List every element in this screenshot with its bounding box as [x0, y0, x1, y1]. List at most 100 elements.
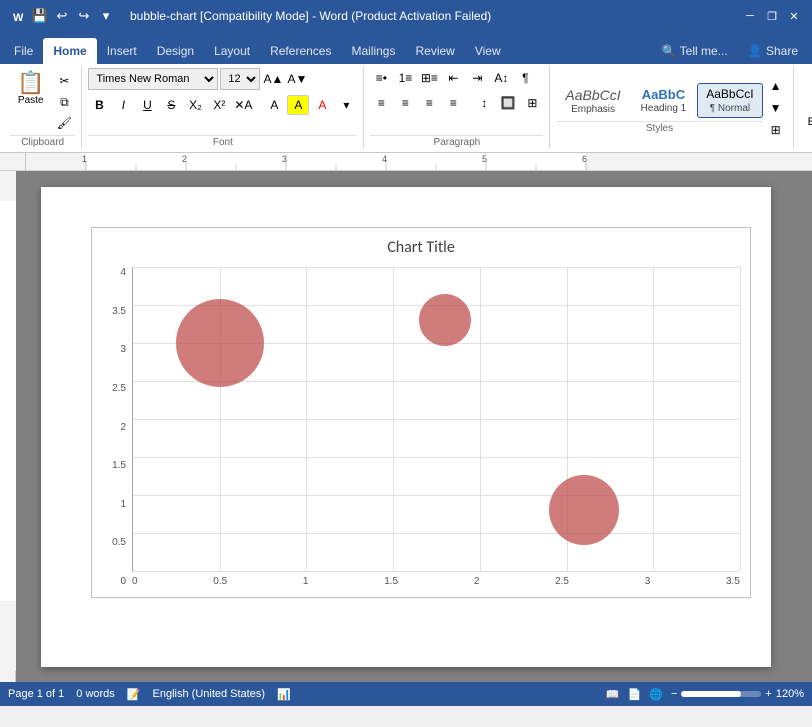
sort-button[interactable]: A↕ [490, 68, 512, 88]
restore-button[interactable]: ❐ [762, 6, 782, 26]
tab-file[interactable]: File [4, 38, 43, 64]
numbering-button[interactable]: 1≡ [394, 68, 416, 88]
font-name-select[interactable]: Times New Roman Calibri Arial [88, 68, 218, 90]
status-left: Page 1 of 1 0 words 📝 English (United St… [8, 688, 291, 701]
borders-button[interactable]: ⊞ [521, 93, 543, 113]
style-normal[interactable]: AaBbCcI ¶ Normal [697, 83, 762, 118]
bullets-button[interactable]: ≡• [370, 68, 392, 88]
increase-font-button[interactable]: A▲ [262, 69, 284, 89]
minimize-button[interactable]: ─ [740, 6, 760, 26]
zoom-out-btn[interactable]: − [671, 688, 677, 700]
styles-container: AaBbCcI Emphasis AaBbC Heading 1 AaBbCcI… [556, 82, 762, 119]
zoom-in-btn[interactable]: + [765, 688, 771, 700]
ribbon: 📋 Paste ✂ ⧉ 🖌 Clipboard Times New Roman … [0, 64, 812, 153]
quick-access-dropdown[interactable]: ▾ [96, 6, 116, 26]
quick-access-toolbar: W 💾 ↩ ↪ ▾ [8, 6, 116, 26]
line-spacing-button[interactable]: ↕ [473, 93, 495, 113]
tab-references[interactable]: References [260, 38, 341, 64]
grid-h-4 [133, 267, 740, 268]
paste-icon: 📋 [17, 72, 44, 94]
decrease-indent-button[interactable]: ⇤ [442, 68, 464, 88]
increase-indent-button[interactable]: ⇥ [466, 68, 488, 88]
format-painter-button[interactable]: 🖌 [53, 113, 75, 133]
grid-h-0 [133, 571, 740, 572]
undo-button[interactable]: ↩ [52, 6, 72, 26]
align-center-button[interactable]: ≡ [394, 93, 416, 113]
word-count: 0 words [76, 688, 115, 700]
text-effects-button[interactable]: A [263, 95, 285, 115]
x-label-1: 1 [303, 576, 309, 587]
language: English (United States) [153, 688, 266, 700]
close-button[interactable]: ✕ [784, 6, 804, 26]
chart-body: 0 0.5 1 1.5 2 2.5 3 3.5 4 [102, 267, 740, 587]
show-marks-button[interactable]: ¶ [514, 68, 536, 88]
tab-view[interactable]: View [465, 38, 511, 64]
status-bar: Page 1 of 1 0 words 📝 English (United St… [0, 682, 812, 706]
ribbon-tabs: File Home Insert Design Layout Reference… [0, 32, 812, 64]
tab-review[interactable]: Review [405, 38, 464, 64]
italic-button[interactable]: I [112, 95, 134, 115]
tab-tell-me[interactable]: 🔍 Tell me... [652, 38, 738, 64]
grid-v-3 [653, 267, 654, 571]
chart-container[interactable]: Chart Title 0 0.5 1 1.5 2 2.5 3 3.5 4 [91, 227, 751, 598]
x-label-35: 3.5 [726, 576, 740, 587]
x-label-2: 2 [474, 576, 480, 587]
multilevel-button[interactable]: ⊞≡ [418, 68, 440, 88]
view-print-btn[interactable]: 📄 [628, 688, 642, 701]
view-read-btn[interactable]: 📖 [606, 688, 620, 701]
cut-button[interactable]: ✂ [53, 71, 75, 91]
clear-format-button[interactable]: ✕A [232, 95, 254, 115]
document-page[interactable]: Chart Title 0 0.5 1 1.5 2 2.5 3 3.5 4 [41, 187, 771, 667]
paragraph-group: ≡• 1≡ ⊞≡ ⇤ ⇥ A↕ ¶ ≡ ≡ ≡ ≡ ↕ 🔲 ⊞ Paragrap… [364, 66, 550, 148]
tab-layout[interactable]: Layout [204, 38, 260, 64]
word-icon: W [8, 6, 28, 26]
normal-label: ¶ Normal [710, 103, 750, 114]
share-button[interactable]: 👤 Share [738, 38, 808, 64]
font-color-dropdown[interactable]: ▾ [335, 95, 357, 115]
document-area[interactable]: Chart Title 0 0.5 1 1.5 2 2.5 3 3.5 4 [0, 171, 812, 682]
styles-scroll-up[interactable]: ▲ [765, 76, 787, 96]
view-web-btn[interactable]: 🌐 [649, 688, 663, 701]
highlight-button[interactable]: A [287, 95, 309, 115]
y-label-4: 4 [120, 267, 126, 278]
paste-button[interactable]: 📋 Paste [10, 68, 51, 110]
styles-scroll-down[interactable]: ▼ [765, 98, 787, 118]
align-left-button[interactable]: ≡ [370, 93, 392, 113]
bold-button[interactable]: B [88, 95, 110, 115]
zoom-slider[interactable] [681, 691, 761, 697]
x-axis-labels: 0 0.5 1 1.5 2 2.5 3 3.5 [132, 576, 740, 587]
x-label-25: 2.5 [555, 576, 569, 587]
horizontal-ruler: 1 2 3 4 5 6 [26, 153, 812, 171]
strikethrough-button[interactable]: S [160, 95, 182, 115]
subscript-button[interactable]: X₂ [184, 95, 206, 115]
tab-insert[interactable]: Insert [97, 38, 147, 64]
styles-more[interactable]: ⊞ [765, 120, 787, 140]
copy-button[interactable]: ⧉ [53, 92, 75, 112]
tab-home[interactable]: Home [43, 38, 96, 64]
redo-button[interactable]: ↪ [74, 6, 94, 26]
y-label-15: 1.5 [112, 460, 126, 471]
svg-text:3: 3 [282, 154, 287, 164]
save-button[interactable]: 💾 [30, 6, 50, 26]
editing-button[interactable]: 🔍 Editing [800, 85, 812, 132]
tab-design[interactable]: Design [147, 38, 204, 64]
underline-button[interactable]: U [136, 95, 158, 115]
superscript-button[interactable]: X² [208, 95, 230, 115]
font-size-select[interactable]: 12 10 14 16 [220, 68, 260, 90]
justify-button[interactable]: ≡ [442, 93, 464, 113]
clipboard-group: 📋 Paste ✂ ⧉ 🖌 Clipboard [4, 66, 82, 148]
emphasis-label: Emphasis [571, 104, 615, 115]
shading-button[interactable]: 🔲 [497, 93, 519, 113]
page-info: Page 1 of 1 [8, 688, 64, 700]
style-heading1[interactable]: AaBbC Heading 1 [632, 83, 696, 119]
grid-v-2 [480, 267, 481, 571]
x-label-15: 1.5 [384, 576, 398, 587]
normal-preview: AaBbCcI [706, 87, 753, 103]
font-color-button[interactable]: A [311, 95, 333, 115]
y-axis: 0 0.5 1 1.5 2 2.5 3 3.5 4 [102, 267, 132, 587]
style-emphasis[interactable]: AaBbCcI Emphasis [556, 82, 629, 119]
grid-h-2 [133, 419, 740, 420]
align-right-button[interactable]: ≡ [418, 93, 440, 113]
tab-mailings[interactable]: Mailings [341, 38, 405, 64]
decrease-font-button[interactable]: A▼ [286, 69, 308, 89]
